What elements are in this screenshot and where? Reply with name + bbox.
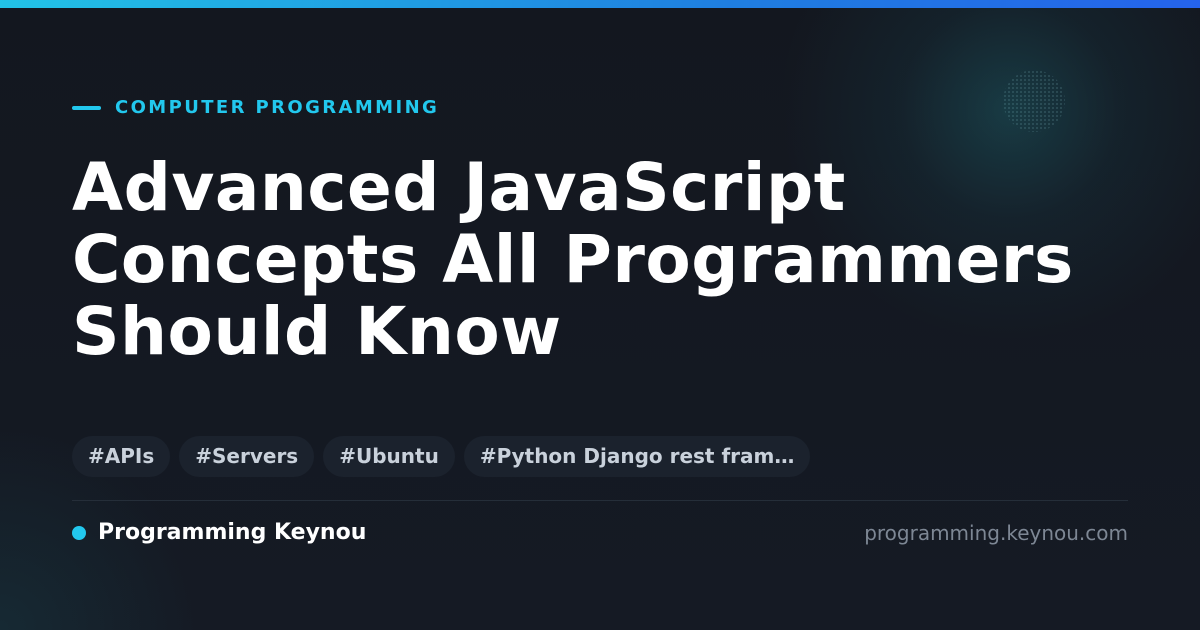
title-line: Concepts All Programmers	[72, 221, 1074, 298]
title-line: Advanced JavaScript	[72, 149, 846, 226]
category-eyebrow: COMPUTER PROGRAMMING	[72, 95, 439, 121]
site-url: programming.keynou.com	[864, 521, 1128, 545]
brand-dot-icon	[72, 526, 86, 540]
category-label: COMPUTER PROGRAMMING	[115, 97, 440, 118]
brand-name: Programming Keynou	[98, 520, 367, 545]
footer-divider	[72, 500, 1128, 501]
article-title: Advanced JavaScript Concepts All Program…	[72, 152, 1132, 368]
social-card: COMPUTER PROGRAMMING Advanced JavaScript…	[0, 0, 1200, 630]
eyebrow-dash	[72, 106, 101, 110]
dot-pattern-decoration	[1003, 70, 1065, 132]
tag-apis: #APIs	[72, 436, 171, 477]
tag-list: #APIs #Servers #Ubuntu #Python Django re…	[72, 436, 811, 477]
accent-top-bar	[0, 0, 1200, 8]
brand: Programming Keynou	[72, 518, 366, 548]
tag-servers: #Servers	[179, 436, 315, 477]
tag-ubuntu: #Ubuntu	[323, 436, 455, 477]
tag-python-django: #Python Django rest fram…	[463, 436, 811, 477]
title-line: Should Know	[72, 293, 562, 370]
